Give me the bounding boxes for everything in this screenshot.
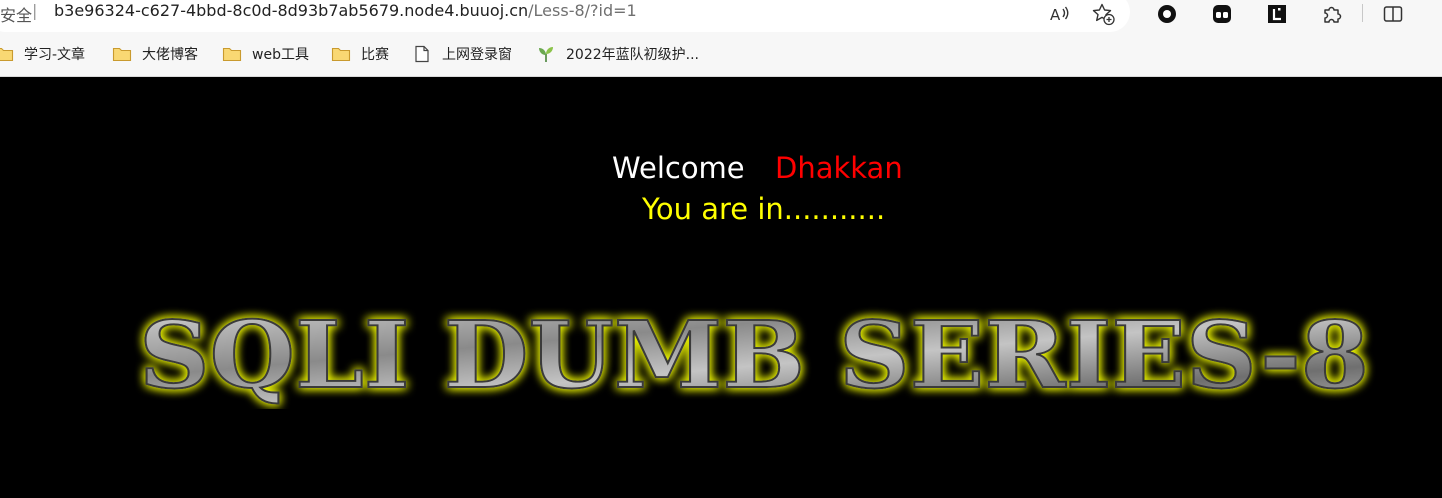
username-text: Dhakkan [775,151,903,185]
toolbar-divider [1362,4,1363,22]
bookmark-blue-team[interactable]: 2022年蓝队初级护... [536,42,699,66]
record-icon[interactable] [1155,2,1179,26]
bookmark-folder-study[interactable]: 学习-文章 [0,42,85,66]
bookmark-label: 比赛 [361,47,389,63]
extension-dual-icon[interactable] [1210,2,1234,26]
bookmarks-bar: 学习-文章 大佬博客 web工具 比赛 上网登录窗 2022年蓝队初级护... [0,36,1442,72]
split-screen-icon[interactable] [1381,2,1405,26]
status-text: You are in........... [642,192,886,226]
bookmark-login-page[interactable]: 上网登录窗 [412,42,512,66]
folder-icon [0,45,14,63]
bookmark-label: 2022年蓝队初级护... [566,47,699,63]
address-separator: | [32,1,38,20]
bookmark-label: 学习-文章 [24,47,86,63]
browser-chrome: 安全 | b3e96324-c627-4bbd-8c0d-8d93b7ab567… [0,0,1442,77]
url-field[interactable]: 安全 | b3e96324-c627-4bbd-8c0d-8d93b7ab567… [0,0,1130,32]
bookmark-folder-contest[interactable]: 比赛 [331,42,389,66]
extension-l-icon[interactable] [1265,2,1289,26]
favorite-add-icon[interactable] [1091,2,1115,26]
folder-icon [222,45,242,63]
page-icon [412,45,432,63]
sprout-icon [536,45,556,63]
read-aloud-icon[interactable]: A [1047,2,1071,26]
sqli-banner-image: SQLI DUMB SERIES-8 [138,300,1370,409]
svg-text:A: A [1050,6,1061,24]
address-bar: 安全 | b3e96324-c627-4bbd-8c0d-8d93b7ab567… [0,0,1442,32]
bookmark-label: 大佬博客 [142,47,198,63]
url-text[interactable]: b3e96324-c627-4bbd-8c0d-8d93b7ab5679.nod… [54,1,637,20]
bookmark-folder-blogs[interactable]: 大佬博客 [112,42,198,66]
bookmark-label: 上网登录窗 [442,47,512,63]
bookmark-label: web工具 [252,47,309,63]
banner-text: SQLI DUMB SERIES-8 [139,301,1369,409]
folder-icon [331,45,351,63]
url-host: b3e96324-c627-4bbd-8c0d-8d93b7ab5679.nod… [54,1,529,20]
extensions-puzzle-icon[interactable] [1320,2,1344,26]
security-label[interactable]: 安全 [0,2,32,26]
url-path: /Less-8/?id=1 [528,1,637,20]
bookmark-folder-webtools[interactable]: web工具 [222,42,309,66]
page-content: Welcome Dhakkan You are in........... SQ… [0,77,1442,498]
welcome-text: Welcome [612,151,745,185]
folder-icon [112,45,132,63]
